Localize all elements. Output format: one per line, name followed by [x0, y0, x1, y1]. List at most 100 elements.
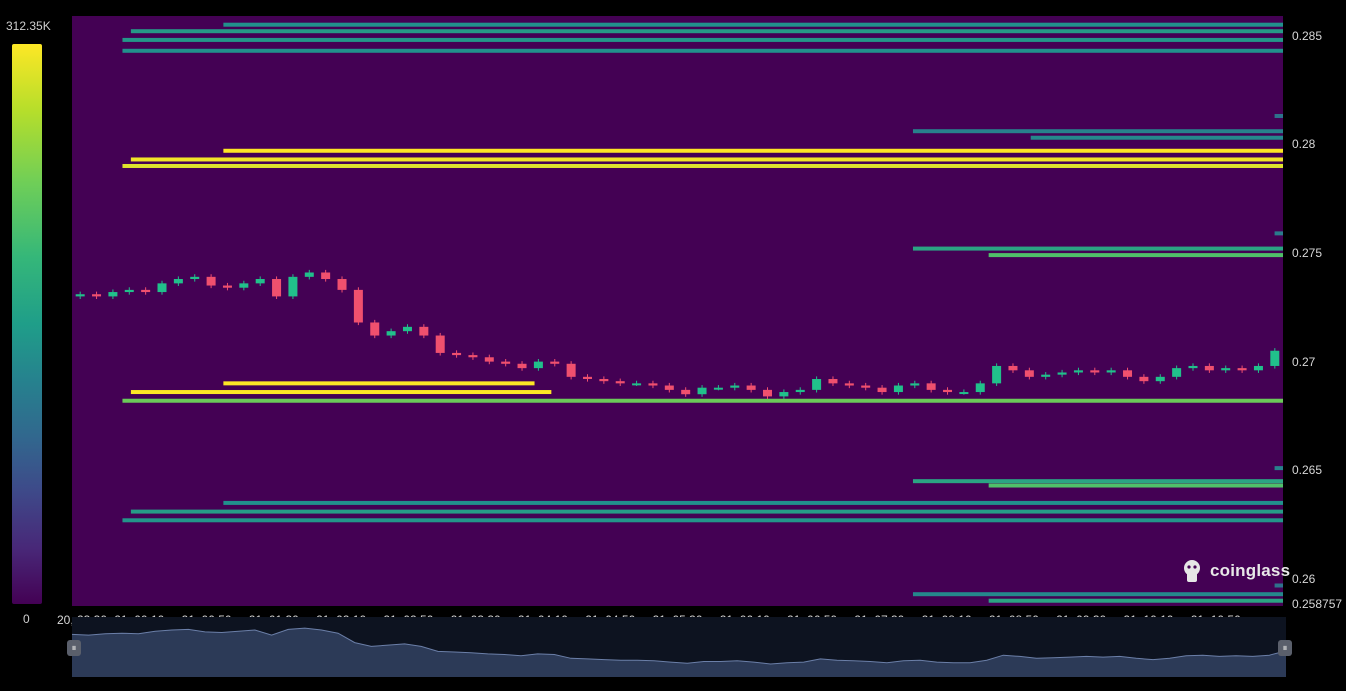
candle-body-19 — [386, 331, 396, 336]
liquidation-level-14 — [130, 390, 552, 395]
candle-body-27 — [517, 363, 527, 369]
liquidation-level-22 — [1274, 583, 1283, 588]
liquidation-level-13 — [223, 381, 535, 386]
candle-body-54 — [959, 392, 969, 395]
candle-body-38 — [697, 387, 707, 395]
liquidation-level-18 — [988, 483, 1283, 488]
candle-body-36 — [664, 385, 674, 390]
candle-body-44 — [795, 389, 805, 393]
candle-body-49 — [877, 387, 887, 393]
y-tick-label: 0.275 — [1292, 245, 1323, 260]
candle-body-71 — [1237, 368, 1247, 371]
candle-body-51 — [910, 383, 920, 386]
candle-body-65 — [1139, 376, 1149, 382]
candle-body-55 — [975, 383, 985, 393]
candle-body-0 — [75, 294, 85, 297]
liquidation-level-0 — [223, 22, 1283, 27]
candle-body-24 — [468, 355, 478, 358]
candle-body-15 — [321, 272, 331, 280]
candle-body-6 — [173, 279, 183, 284]
candle-body-72 — [1253, 365, 1263, 371]
candle-body-16 — [337, 279, 347, 290]
candle-body-53 — [943, 389, 953, 393]
candle-body-40 — [730, 385, 740, 388]
coinglass-logo-icon — [1184, 560, 1200, 582]
candle-body-39 — [713, 387, 723, 390]
liquidation-level-8 — [130, 157, 1283, 162]
candle-body-45 — [812, 379, 822, 390]
liquidation-level-7 — [223, 148, 1283, 153]
candle-body-5 — [157, 283, 167, 293]
liquidation-level-3 — [122, 48, 1283, 53]
candle-body-13 — [288, 276, 298, 297]
navigator-left-handle[interactable]: ⏸ — [67, 640, 81, 656]
candle-body-7 — [190, 276, 200, 280]
candle-body-21 — [419, 326, 429, 336]
range-navigator[interactable] — [71, 617, 1287, 677]
candle-body-3 — [124, 289, 134, 293]
candle-body-23 — [452, 352, 462, 356]
candle-body-43 — [779, 392, 789, 397]
liquidation-heatmap-plot[interactable] — [72, 16, 1283, 606]
candle-body-41 — [746, 385, 756, 390]
candle-body-29 — [550, 361, 560, 364]
candle-body-64 — [1123, 370, 1133, 377]
liquidation-level-9 — [122, 163, 1283, 168]
candle-body-14 — [304, 272, 314, 277]
candle-body-33 — [615, 381, 625, 384]
liquidation-level-16 — [1274, 466, 1283, 471]
navigator-right-handle[interactable]: ⏸ — [1278, 640, 1292, 656]
y-tick-label: 0.28 — [1292, 137, 1316, 152]
candle-body-52 — [926, 383, 936, 390]
candle-body-46 — [828, 379, 838, 384]
liquidation-level-24 — [988, 598, 1283, 603]
navigator-area — [72, 628, 1286, 677]
candle-body-70 — [1221, 368, 1231, 371]
candle-body-66 — [1155, 376, 1165, 382]
liquidation-level-4 — [1274, 113, 1283, 118]
candle-body-68 — [1188, 365, 1198, 369]
liquidation-level-10 — [1274, 231, 1283, 236]
candle-body-73 — [1270, 350, 1280, 366]
colorbar-min-label: 0 — [23, 612, 30, 626]
candle-body-8 — [206, 276, 216, 286]
candle-body-12 — [272, 279, 282, 297]
candle-body-48 — [861, 385, 871, 388]
candle-body-32 — [599, 379, 609, 382]
candle-body-4 — [141, 289, 151, 293]
candle-body-30 — [566, 363, 576, 377]
candle-body-57 — [1008, 365, 1018, 371]
liquidation-level-5 — [912, 129, 1283, 134]
candle-body-35 — [648, 383, 658, 386]
liquidation-level-11 — [912, 246, 1283, 251]
candle-body-10 — [239, 283, 249, 288]
liquidation-level-15 — [122, 398, 1283, 403]
liquidation-level-2 — [122, 37, 1283, 42]
candle-body-63 — [1106, 370, 1116, 373]
candle-body-17 — [353, 289, 363, 323]
candle-body-1 — [92, 294, 102, 297]
candle-body-26 — [501, 361, 511, 364]
y-tick-label: 0.265 — [1292, 463, 1323, 478]
candle-body-69 — [1204, 365, 1214, 371]
y-tick-label: 0.258757 — [1292, 597, 1343, 611]
liquidation-level-19 — [223, 500, 1283, 505]
candle-body-47 — [844, 383, 854, 386]
liquidation-level-20 — [130, 509, 1283, 514]
candle-body-62 — [1090, 370, 1100, 373]
coinglass-watermark: coinglass — [1180, 558, 1290, 584]
heatmap-svg — [75, 22, 1283, 603]
candle-body-25 — [484, 357, 494, 362]
candle-body-59 — [1041, 374, 1051, 377]
navigator-area-chart — [71, 627, 1287, 677]
liquidation-level-12 — [988, 253, 1283, 258]
liquidation-level-1 — [130, 29, 1283, 34]
candle-body-58 — [1024, 370, 1034, 377]
candle-body-18 — [370, 322, 380, 336]
liquidation-level-23 — [912, 592, 1283, 597]
candle-body-20 — [402, 326, 412, 332]
liquidation-level-21 — [122, 518, 1283, 523]
candle-body-60 — [1057, 372, 1067, 375]
candle-body-11 — [255, 279, 265, 284]
candle-body-28 — [533, 361, 543, 369]
